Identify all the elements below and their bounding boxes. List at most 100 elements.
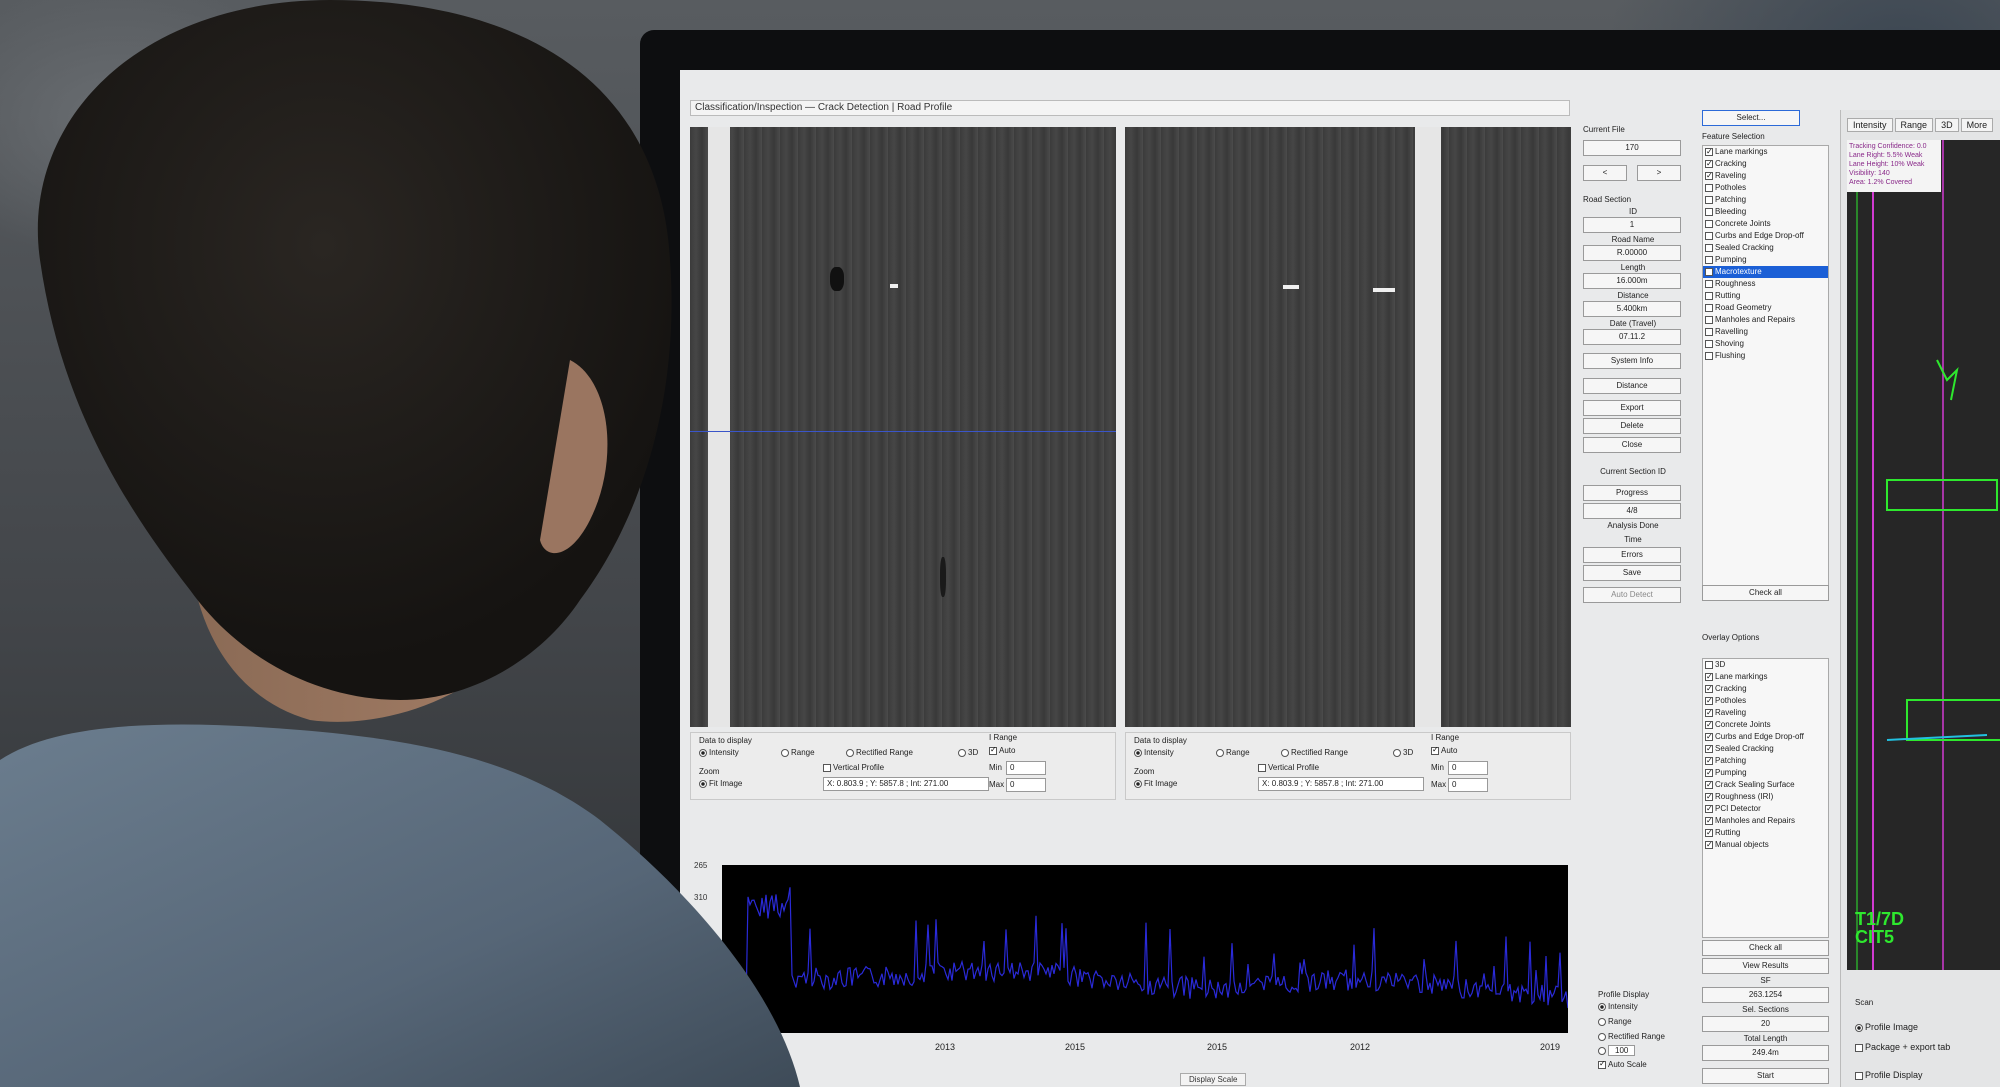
option-fit-image[interactable]: Fit Image — [699, 779, 742, 788]
select-button[interactable]: Select... — [1702, 110, 1800, 126]
overlay-item[interactable]: Potholes — [1703, 695, 1828, 707]
selected-sections-field[interactable]: 20 — [1702, 1016, 1829, 1032]
feature-item[interactable]: Bleeding — [1703, 206, 1828, 218]
min-input[interactable]: 0 — [1006, 761, 1046, 775]
feature-item[interactable]: Patching — [1703, 194, 1828, 206]
overlay-item[interactable]: Rutting — [1703, 827, 1828, 839]
graph-x-label: 2012 — [1350, 1042, 1371, 1052]
distance-field[interactable]: 5.400km — [1583, 301, 1681, 317]
checkbox-icon — [989, 745, 997, 755]
time-label: Time — [1624, 535, 1642, 544]
export-button[interactable]: Export — [1583, 400, 1681, 416]
system-info-button[interactable]: System Info — [1583, 353, 1681, 369]
profile-image-option[interactable]: Profile Image — [1855, 1022, 1918, 1032]
profile-option-rectified[interactable]: Rectified Range — [1598, 1032, 1698, 1041]
date-field[interactable]: 07.11.2 — [1583, 329, 1681, 345]
check-all-features-button[interactable]: Check all — [1702, 585, 1829, 601]
tab-range[interactable]: Range — [1894, 118, 1934, 132]
profile-option-range[interactable]: Range — [1598, 1017, 1698, 1026]
max-label: Max — [989, 780, 1005, 789]
graph-y-label: 115 — [694, 998, 707, 1007]
overlay-item[interactable]: Crack Sealing Surface — [1703, 779, 1828, 791]
option-intensity[interactable]: Intensity — [1134, 748, 1174, 757]
overlay-item[interactable]: PCI Detector — [1703, 803, 1828, 815]
close-button[interactable]: Close — [1583, 437, 1681, 453]
overlay-item[interactable]: Manual objects — [1703, 839, 1828, 851]
option-fit-image[interactable]: Fit Image — [1134, 779, 1177, 788]
auto-detect-button[interactable]: Auto Detect — [1583, 587, 1681, 603]
errors-button[interactable]: Errors — [1583, 547, 1681, 563]
profile-display-option[interactable]: Profile Display — [1855, 1070, 1923, 1080]
package-export-option[interactable]: Package + export tab — [1855, 1042, 1950, 1052]
profile-option-intensity[interactable]: Intensity — [1598, 1002, 1698, 1011]
prev-button[interactable]: < — [1583, 165, 1627, 181]
overlay-item[interactable]: Patching — [1703, 755, 1828, 767]
next-button[interactable]: > — [1637, 165, 1681, 181]
feature-item[interactable]: Flushing — [1703, 350, 1828, 362]
feature-item[interactable]: Rutting — [1703, 290, 1828, 302]
profile-value-input[interactable]: 100 — [1608, 1045, 1636, 1056]
overlay-item[interactable]: Concrete Joints — [1703, 719, 1828, 731]
option-range[interactable]: Range — [1216, 748, 1250, 757]
feature-item[interactable]: Shoving — [1703, 338, 1828, 350]
feature-item[interactable]: Road Geometry — [1703, 302, 1828, 314]
sf-field[interactable]: 263.1254 — [1702, 987, 1829, 1003]
feature-item[interactable]: Manholes and Repairs — [1703, 314, 1828, 326]
overlay-item[interactable]: Roughness (IRI) — [1703, 791, 1828, 803]
overlay-item[interactable]: Curbs and Edge Drop-off — [1703, 731, 1828, 743]
overlay-item[interactable]: Sealed Cracking — [1703, 743, 1828, 755]
option-3d[interactable]: 3D — [1393, 748, 1413, 757]
scan-line-indicator — [690, 431, 1116, 432]
road-section-id[interactable]: 1 — [1583, 217, 1681, 233]
radio-icon[interactable] — [1598, 1046, 1606, 1055]
progress-field[interactable]: Progress — [1583, 485, 1681, 501]
option-range[interactable]: Range — [781, 748, 815, 757]
info-line: Lane Height: 10% Weak — [1849, 161, 1925, 168]
info-line: Area: 1.2% Covered — [1849, 179, 1913, 186]
feature-item[interactable]: Cracking — [1703, 158, 1828, 170]
auto-scale-checkbox[interactable]: Auto Scale — [1598, 1059, 1698, 1069]
display-scale-button[interactable]: Display Scale — [1180, 1073, 1247, 1086]
max-input[interactable]: 0 — [1006, 778, 1046, 792]
option-3d[interactable]: 3D — [958, 748, 978, 757]
distance-button[interactable]: Distance — [1583, 378, 1681, 394]
overlay-crack-green — [1936, 359, 1959, 401]
tab-3d[interactable]: 3D — [1935, 118, 1959, 132]
save-button[interactable]: Save — [1583, 565, 1681, 581]
overlay-item[interactable]: 3D — [1703, 659, 1828, 671]
road-name-field[interactable]: R.00000 — [1583, 245, 1681, 261]
option-rectified-range[interactable]: Rectified Range — [1281, 748, 1348, 757]
auto-checkbox[interactable]: Auto — [989, 745, 1015, 755]
overlay-item[interactable]: Manholes and Repairs — [1703, 815, 1828, 827]
feature-item[interactable]: Ravelling — [1703, 326, 1828, 338]
start-button[interactable]: Start — [1702, 1068, 1829, 1084]
view-results-button[interactable]: View Results — [1702, 958, 1829, 974]
feature-item[interactable]: Sealed Cracking — [1703, 242, 1828, 254]
overlay-item[interactable]: Raveling — [1703, 707, 1828, 719]
delete-button[interactable]: Delete — [1583, 418, 1681, 434]
feature-item[interactable]: Lane markings — [1703, 146, 1828, 158]
length-field[interactable]: 16.000m — [1583, 273, 1681, 289]
auto-checkbox[interactable]: Auto — [1431, 745, 1457, 755]
overlay-item[interactable]: Lane markings — [1703, 671, 1828, 683]
feature-item[interactable]: Potholes — [1703, 182, 1828, 194]
overlay-item[interactable]: Pumping — [1703, 767, 1828, 779]
max-input[interactable]: 0 — [1448, 778, 1488, 792]
option-rectified-range[interactable]: Rectified Range — [846, 748, 913, 757]
total-length-field[interactable]: 249.4m — [1702, 1045, 1829, 1061]
vertical-profile-checkbox[interactable]: Vertical Profile — [1258, 763, 1319, 772]
option-intensity[interactable]: Intensity — [699, 748, 739, 757]
vertical-profile-checkbox[interactable]: Vertical Profile — [823, 763, 884, 772]
tab-more[interactable]: More — [1960, 118, 1994, 132]
feature-item[interactable]: Pumping — [1703, 254, 1828, 266]
feature-item[interactable]: Raveling — [1703, 170, 1828, 182]
feature-item[interactable]: Macrotexture — [1703, 266, 1828, 278]
check-all-overlay-button[interactable]: Check all — [1702, 940, 1829, 956]
tab-intensity[interactable]: Intensity — [1847, 118, 1893, 132]
min-input[interactable]: 0 — [1448, 761, 1488, 775]
feature-item[interactable]: Roughness — [1703, 278, 1828, 290]
overlay-item[interactable]: Cracking — [1703, 683, 1828, 695]
feature-item[interactable]: Curbs and Edge Drop-off — [1703, 230, 1828, 242]
feature-item[interactable]: Concrete Joints — [1703, 218, 1828, 230]
current-file-field[interactable]: 170 — [1583, 140, 1681, 156]
